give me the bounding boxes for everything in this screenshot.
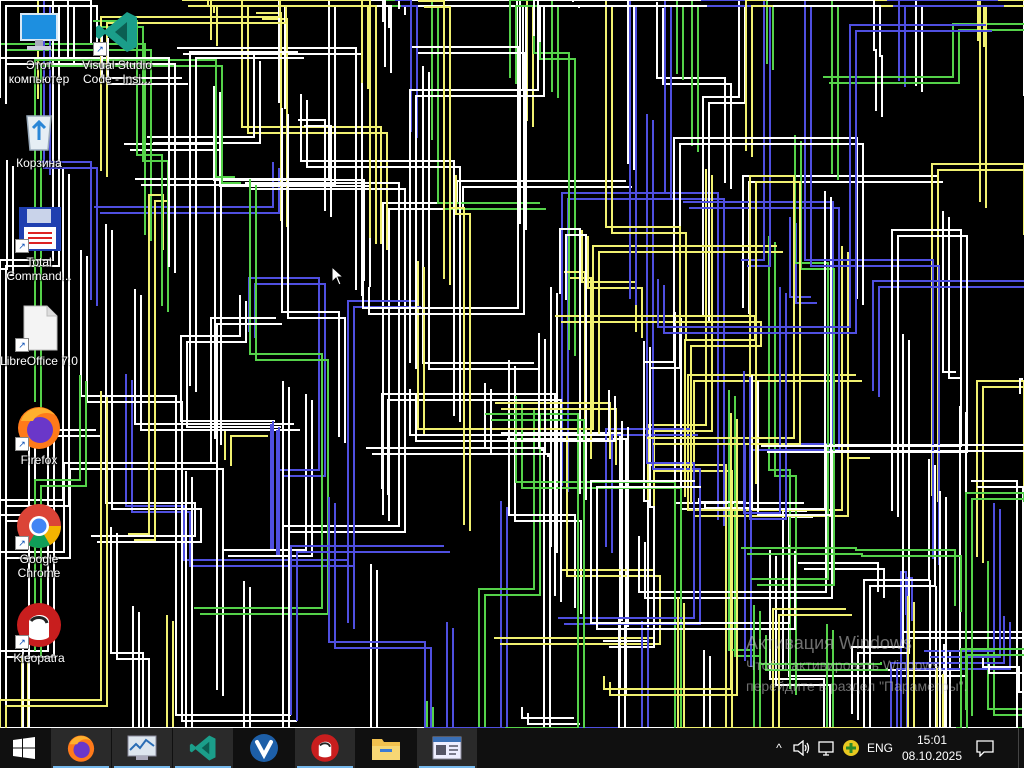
desktop-icon-recycle-bin[interactable]: Корзина <box>0 106 78 170</box>
computer-icon <box>15 8 63 56</box>
activation-watermark-line2: перейдите в раздел "Параметры". <box>746 678 968 694</box>
network-icon[interactable] <box>816 728 838 768</box>
tray-chevron-up-icon[interactable]: ^ <box>770 728 788 768</box>
shortcut-arrow-icon: ↗ <box>15 536 29 550</box>
desktop-icon-label: Этот компьютер <box>8 58 70 86</box>
show-desktop-button[interactable] <box>1018 728 1024 768</box>
taskbar-vscode[interactable] <box>173 728 233 768</box>
desktop-icon-chrome[interactable]: ↗ Google Chrome <box>0 502 78 580</box>
desktop-icon-kleopatra[interactable]: ↗ Kleopatra <box>0 601 78 665</box>
vivaldi-icon <box>250 734 278 762</box>
firefox-icon: ↗ <box>15 403 63 451</box>
taskbar-network-window[interactable] <box>417 728 477 768</box>
desktop-icon-total-commander[interactable]: ↗ Total Command... <box>0 205 78 283</box>
chrome-icon: ↗ <box>15 502 63 550</box>
desktop-icon-label: Корзина <box>16 156 62 170</box>
shortcut-arrow-icon: ↗ <box>15 635 29 649</box>
mouse-cursor-icon <box>331 266 345 286</box>
start-icon <box>13 737 35 759</box>
network-window-icon <box>432 736 462 760</box>
wallpaper-line <box>848 457 870 459</box>
recycle-bin-icon <box>15 106 63 154</box>
vscode-icon <box>189 735 216 761</box>
system-monitor-icon <box>127 735 157 760</box>
desktop-icon-this-pc[interactable]: Этот компьютер <box>0 8 78 86</box>
clock-date: 08.10.2025 <box>901 749 963 763</box>
security-status-icon[interactable] <box>840 728 862 768</box>
taskbar-kleopatra[interactable] <box>295 728 355 768</box>
clock-time: 15:01 <box>916 733 948 747</box>
taskbar-firefox[interactable] <box>51 728 111 768</box>
taskbar-vivaldi[interactable] <box>234 728 294 768</box>
desktop-icon-label: LibreOffice 7.0 <box>0 354 78 368</box>
clock[interactable]: 15:01 08.10.2025 <box>898 728 966 768</box>
kleopatra-icon: ↗ <box>15 601 63 649</box>
libreoffice-icon: ↗ <box>15 304 63 352</box>
shortcut-arrow-icon: ↗ <box>15 437 29 451</box>
shortcut-arrow-icon: ↗ <box>15 239 29 253</box>
desktop-wallpaper <box>0 0 1024 728</box>
desktop-icon-vscode[interactable]: ↗ Visual Studio Code - Insi... <box>78 8 156 86</box>
desktop-icon-label: Total Command... <box>6 255 72 283</box>
total-commander-icon: ↗ <box>15 205 63 253</box>
desktop-icon-label: Kleopatra <box>13 651 65 665</box>
language-indicator[interactable]: ENG <box>864 728 896 768</box>
file-explorer-icon <box>372 739 400 760</box>
desktop-icon-label: Firefox <box>20 453 58 467</box>
activation-watermark-line1: Чтобы активировать Windows, <box>746 657 944 673</box>
desktop-icon-label: Visual Studio Code - Insi... <box>82 58 152 86</box>
volume-icon[interactable] <box>792 728 812 768</box>
action-center-icon[interactable] <box>972 728 998 768</box>
shortcut-arrow-icon: ↗ <box>93 42 107 56</box>
desktop-icon-firefox[interactable]: ↗ Firefox <box>0 403 78 467</box>
shortcut-arrow-icon: ↗ <box>15 338 29 352</box>
taskbar-file-explorer[interactable] <box>356 728 416 768</box>
firefox-icon <box>67 735 95 762</box>
wallpaper-line <box>276 427 280 555</box>
start-button[interactable] <box>0 728 48 768</box>
desktop-icon-libreoffice[interactable]: ↗ LibreOffice 7.0 <box>0 304 78 368</box>
desktop-icon-label: Google Chrome <box>17 552 61 580</box>
taskbar: ^ ENG 15:01 08.10.2025 <box>0 728 1024 768</box>
wallpaper-line <box>270 421 274 549</box>
activation-watermark-title: Активация Windows <box>746 633 912 653</box>
vscode-icon: ↗ <box>93 8 141 56</box>
taskbar-system-monitor[interactable] <box>112 728 172 768</box>
kleopatra-icon <box>311 734 339 762</box>
